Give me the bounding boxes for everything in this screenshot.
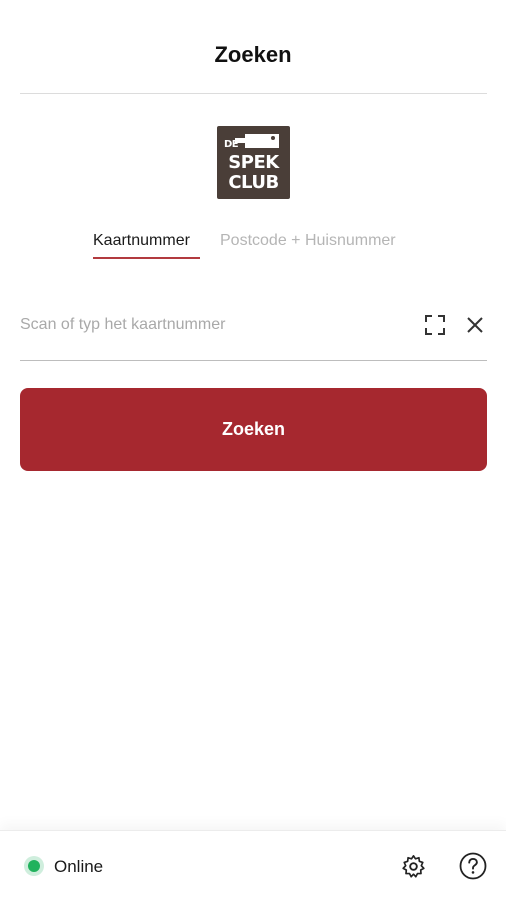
field-underline: [20, 360, 487, 361]
bottom-bar: Online: [0, 830, 506, 900]
logo-text-club: CLUB: [228, 172, 279, 193]
tab-kaartnummer[interactable]: Kaartnummer: [93, 232, 190, 250]
search-mode-tabs: Kaartnummer Postcode + Huisnummer: [0, 232, 506, 262]
header: Zoeken: [0, 0, 506, 94]
logo: DE SPEK CLUB: [217, 126, 290, 199]
logo-text-spek: SPEK: [228, 152, 279, 173]
bottom-bar-divider: [0, 830, 506, 831]
card-number-field: [20, 300, 487, 361]
tab-postcode-huisnummer[interactable]: Postcode + Huisnummer: [220, 232, 396, 250]
card-number-input[interactable]: [20, 310, 410, 340]
status-label: Online: [54, 857, 104, 876]
header-divider: [20, 93, 487, 94]
search-button[interactable]: Zoeken: [20, 388, 487, 471]
online-status-indicator: [24, 856, 44, 876]
active-tab-indicator: [93, 257, 200, 259]
scan-icon[interactable]: [424, 314, 446, 336]
close-icon[interactable]: [465, 315, 485, 335]
gear-icon[interactable]: [401, 854, 426, 879]
logo-text-de: DE: [224, 139, 239, 150]
page-title: Zoeken: [214, 42, 292, 67]
question-icon[interactable]: [459, 852, 487, 880]
